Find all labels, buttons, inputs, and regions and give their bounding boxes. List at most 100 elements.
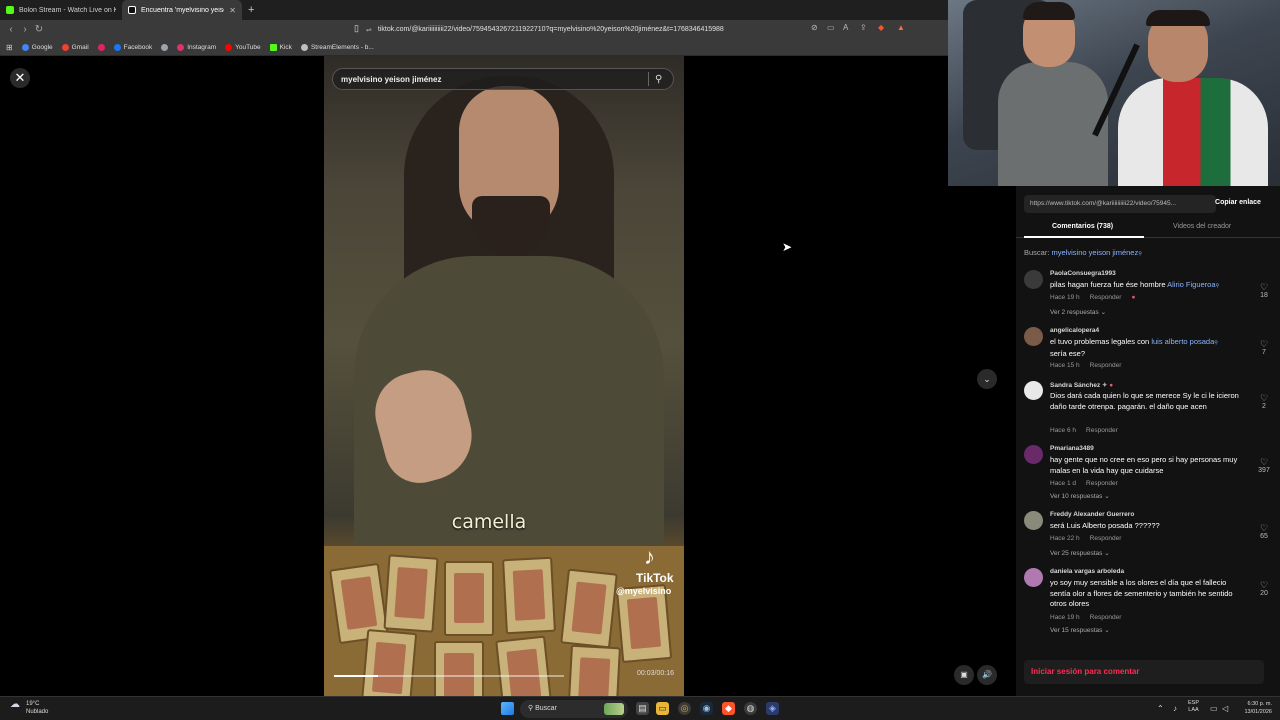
share-icon[interactable]: ⇪ <box>860 23 867 32</box>
obs-icon[interactable]: ◍ <box>744 702 757 715</box>
url-field[interactable]: ⇌ tiktok.com/@kariiiiiiiiii22/video/7594… <box>366 22 808 37</box>
tab-creator-videos[interactable]: Videos del creador <box>1173 223 1231 230</box>
bookmark-unnamed[interactable] <box>97 43 105 51</box>
reply-button[interactable]: Responder <box>1086 480 1118 487</box>
avatar[interactable] <box>1024 511 1043 530</box>
comment-username[interactable]: angelicalopera4 <box>1050 327 1099 334</box>
reply-button[interactable]: Responder <box>1090 294 1122 301</box>
next-video-button[interactable]: ⌄ <box>977 369 997 389</box>
like-button[interactable]: ♡ 65 <box>1254 523 1274 540</box>
bookmarks-bar: ⊞ Google Gmail Facebook Instagram YouTub… <box>0 39 948 56</box>
site-info-icon[interactable]: ⇌ <box>366 26 372 34</box>
like-button[interactable]: ♡ 397 <box>1254 457 1274 474</box>
streamelements-icon <box>300 43 308 51</box>
task-view-icon[interactable]: ▤ <box>636 702 649 715</box>
rewards-icon[interactable]: ▲ <box>897 23 905 32</box>
bookmark-kick[interactable]: Kick <box>269 43 292 51</box>
avatar[interactable] <box>1024 568 1043 587</box>
view-replies-button[interactable]: Ver 10 respuestas ⌄ <box>1050 492 1110 500</box>
like-button[interactable]: ♡ 2 <box>1254 393 1274 410</box>
share-link-field[interactable]: https://www.tiktok.com/@kariiiiiiiiii22/… <box>1024 195 1216 213</box>
creator-like-badge-icon: ● <box>1131 294 1136 301</box>
login-to-comment-button[interactable]: Iniciar sesión para comentar <box>1024 660 1264 684</box>
watermark-username: @myelvisino <box>616 586 672 596</box>
tab-kick[interactable]: Bolon Stream - Watch Live on Kick <box>0 0 122 20</box>
avatar[interactable] <box>1024 327 1043 346</box>
view-replies-button[interactable]: Ver 2 respuestas ⌄ <box>1050 308 1106 316</box>
comment-meta: Hace 19 h Responder ● <box>1050 294 1136 301</box>
copy-link-button[interactable]: Copiar enlace <box>1204 199 1272 206</box>
tray-chevron-up-icon[interactable]: ⌃ <box>1157 704 1164 713</box>
reply-button[interactable]: Responder <box>1090 535 1122 542</box>
reply-button[interactable]: Responder <box>1090 362 1122 369</box>
bookmark-instagram[interactable]: Instagram <box>177 43 216 51</box>
steam-icon[interactable]: ◉ <box>700 702 713 715</box>
video-player[interactable]: camella ♪ TikTok @myelvisino 00:03/00:16 <box>324 56 684 696</box>
brave-browser-icon[interactable]: ◆ <box>722 702 735 715</box>
reply-button[interactable]: Responder <box>1090 614 1122 621</box>
tab-tiktok[interactable]: Encuentra 'myelvisino yeison ✕ <box>122 0 242 20</box>
search-icon: ⚲ <box>1215 283 1220 289</box>
avatar[interactable] <box>1024 381 1043 400</box>
like-button[interactable]: ♡ 20 <box>1254 580 1274 597</box>
bookmark-gmail[interactable]: Gmail <box>61 43 89 51</box>
bookmark-google[interactable]: Google <box>21 43 53 51</box>
close-tab-icon[interactable]: ✕ <box>229 6 236 15</box>
shield-off-icon[interactable]: ⊘ <box>811 23 818 32</box>
volume-button[interactable]: 🔊 <box>977 665 997 685</box>
close-video-button[interactable]: ✕ <box>10 68 30 88</box>
start-button-icon[interactable] <box>501 702 514 715</box>
comment-username[interactable]: daniela vargas arboleda <box>1050 568 1124 575</box>
app-icon[interactable]: ◈ <box>766 702 779 715</box>
floating-player-button[interactable]: ▣ <box>954 665 974 685</box>
kick-icon <box>269 43 277 51</box>
volume-icon[interactable]: ◁ <box>1222 704 1228 713</box>
comment-username[interactable]: Freddy Alexander Guerrero <box>1050 511 1134 518</box>
input-language[interactable]: ESP LAA <box>1188 700 1199 714</box>
network-icon[interactable]: ▭ <box>1210 704 1218 713</box>
search-icon[interactable]: ⚲ <box>655 74 673 85</box>
tab-comments[interactable]: Comentarios (738) <box>1052 223 1113 230</box>
cloud-icon: ☁ <box>10 699 20 710</box>
comment-username[interactable]: Sandra Sánchez ✦ ● <box>1050 381 1113 389</box>
comment-text: Dios dará cada quien lo que se merece Sy… <box>1050 391 1239 411</box>
bookmark-streamelements[interactable]: StreamElements - b... <box>300 43 374 51</box>
webcam-overlay <box>948 0 1280 186</box>
bookmark-icon[interactable]: ▯ <box>354 23 359 34</box>
view-replies-button[interactable]: Ver 25 respuestas ⌄ <box>1050 549 1110 557</box>
cast-icon[interactable]: ▭ <box>827 23 835 32</box>
file-explorer-icon[interactable]: ▭ <box>656 702 669 715</box>
view-replies-button[interactable]: Ver 15 respuestas ⌄ <box>1050 626 1110 634</box>
app-icon[interactable]: ◎ <box>678 702 691 715</box>
bookmark-facebook[interactable]: Facebook <box>113 43 152 51</box>
system-clock[interactable]: 6:30 p. m. 13/01/2026 <box>1236 700 1272 716</box>
webcam-person-left <box>998 62 1108 186</box>
taskbar-search[interactable]: ⚲ Buscar <box>520 700 628 718</box>
like-button[interactable]: ♡ 7 <box>1254 339 1274 356</box>
reload-icon[interactable]: ↻ <box>32 24 46 35</box>
back-icon[interactable]: ‹ <box>4 24 18 35</box>
reply-button[interactable]: Responder <box>1086 427 1118 434</box>
new-tab-icon[interactable]: + <box>242 4 254 16</box>
translate-icon[interactable]: A <box>843 23 848 32</box>
related-search[interactable]: Buscar: myelvisino yeison jiménez⚲ <box>1024 248 1142 257</box>
search-icon: ⚲ <box>1138 251 1142 257</box>
comment-text: el tuvo problemas legales con luis alber… <box>1050 337 1218 358</box>
comments-panel: https://www.tiktok.com/@kariiiiiiiiii22/… <box>1016 186 1280 696</box>
like-count: 397 <box>1258 467 1270 474</box>
mic-icon[interactable]: ♪ <box>1173 704 1177 713</box>
avatar[interactable] <box>1024 270 1043 289</box>
comment-username[interactable]: PaolaConsuegra1993 <box>1050 270 1116 277</box>
avatar[interactable] <box>1024 445 1043 464</box>
forward-icon[interactable]: › <box>18 24 32 35</box>
like-button[interactable]: ♡ 18 <box>1254 282 1274 299</box>
comment-mention-link[interactable]: Alirio Figueroa <box>1167 280 1215 289</box>
apps-grid-icon[interactable]: ⊞ <box>6 43 13 52</box>
bookmark-youtube[interactable]: YouTube <box>225 43 261 51</box>
comment-username[interactable]: Pmariana3489 <box>1050 445 1094 452</box>
comment-mention-link[interactable]: luis alberto posada <box>1151 337 1214 346</box>
tiktok-search-bar[interactable]: myelvisino yeison jiménez ⚲ <box>332 68 674 90</box>
brave-shield-icon[interactable]: ◆ <box>878 23 884 32</box>
video-progress-bar[interactable] <box>334 675 564 677</box>
bookmark-unnamed[interactable] <box>161 43 169 51</box>
